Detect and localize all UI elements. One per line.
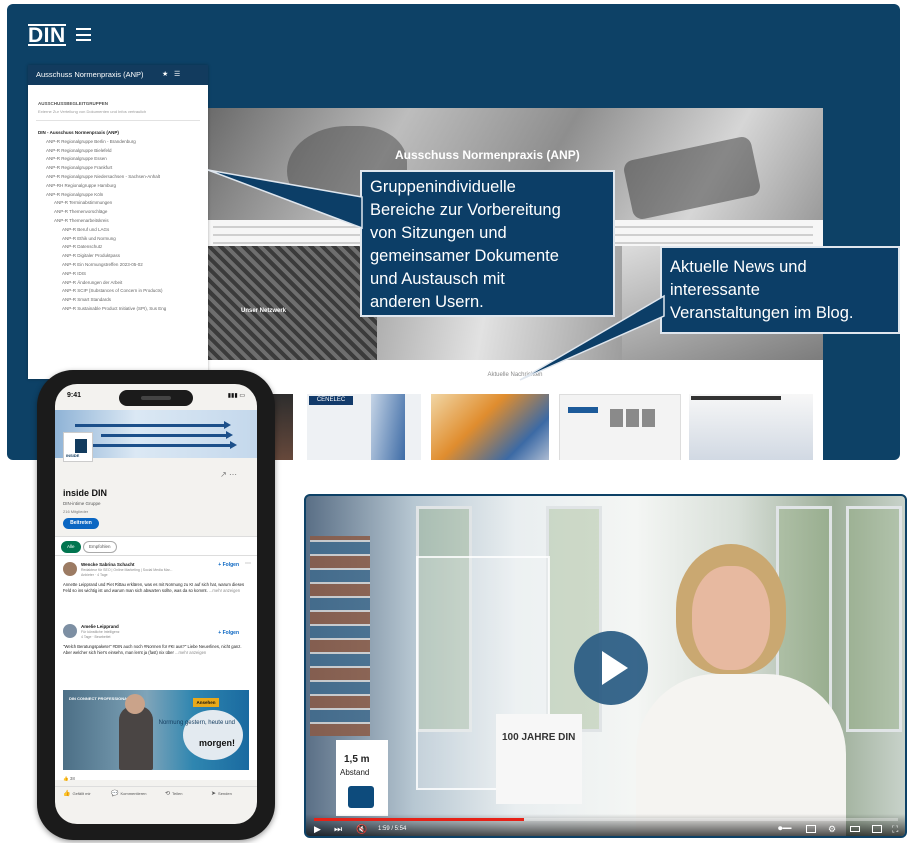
volume-icon[interactable]: 🔇: [356, 824, 367, 835]
player-controls: ▶ ⏭ 🔇 1:59 / 5:54 ⏺━ ⚙ ⛶: [306, 814, 905, 836]
group-type: DIN-intime Gruppe: [63, 501, 101, 506]
ad-logo: DIN CONNECT PROFESSIONALS: [69, 696, 133, 701]
person-image: [125, 694, 145, 714]
post-text: Annette Leipprand und Piet Rittau erklär…: [63, 582, 245, 593]
like-button[interactable]: 👍 Gefällt mir: [63, 790, 91, 797]
next-icon[interactable]: ⏭: [334, 824, 342, 835]
post-meta: Für künstliche Intelligenz: [81, 630, 120, 634]
follow-button[interactable]: + Folgen: [218, 562, 239, 568]
phone-screen: 9:41 ▮▮▮ ▭ INSIDE ↗ ⋯ inside DIN DIN-int…: [55, 384, 257, 824]
more-icon[interactable]: ⋯: [245, 560, 251, 567]
speaker: [636, 544, 846, 836]
play-button[interactable]: [574, 631, 648, 705]
send-button[interactable]: ➤ Senden: [211, 790, 232, 797]
autoplay-toggle[interactable]: ⏺━: [778, 823, 792, 834]
podium-logo: 100 JAHRE DIN: [502, 732, 576, 743]
sign-word: Abstand: [340, 768, 370, 777]
tab-all[interactable]: Alle: [61, 541, 81, 553]
comment-button[interactable]: 💬 Kommentieren: [111, 790, 147, 797]
play-icon[interactable]: ▶: [314, 824, 321, 835]
post-text: "Welch Beratungspakete!" #DIN auch noch …: [63, 644, 242, 655]
feed-tabs: Alle Empfohlen: [55, 536, 257, 556]
post-time: 4 Tage · Bearbeitet: [81, 635, 111, 639]
show-more-link[interactable]: ...mehr anzeigen: [175, 650, 206, 655]
tab-recommended[interactable]: Empfohlen: [83, 541, 117, 553]
miniplayer-icon[interactable]: [850, 826, 860, 832]
reaction-count: 👍 38: [63, 776, 75, 781]
thumbs-up-icon: 👍: [63, 791, 71, 797]
comment-icon: 💬: [111, 791, 119, 797]
progress-fill: [314, 818, 525, 821]
post-author[interactable]: Wencke Sabrina Schacht: [81, 562, 134, 567]
post-image[interactable]: DIN CONNECT PROFESSIONALS Ansehen Normun…: [63, 690, 249, 770]
smartphone: 9:41 ▮▮▮ ▭ INSIDE ↗ ⋯ inside DIN DIN-int…: [37, 370, 275, 840]
avatar[interactable]: [63, 562, 77, 576]
settings-icon[interactable]: ⚙: [828, 824, 836, 835]
fullscreen-icon[interactable]: ⛶: [892, 824, 898, 835]
sign-number: 1,5 m: [344, 754, 370, 765]
avatar[interactable]: [63, 624, 77, 638]
din-group-logo: INSIDE: [63, 432, 93, 462]
theater-icon[interactable]: [872, 825, 882, 833]
distance-sign: 1,5 m Abstand: [336, 740, 388, 816]
person-image: [119, 706, 153, 770]
member-count: 216 Mitglieder: [63, 509, 89, 514]
ad-badge: Ansehen: [193, 698, 219, 707]
distance-icon: [348, 786, 374, 808]
video-time: 1:59 / 5:54: [378, 826, 407, 832]
send-icon: ➤: [211, 791, 217, 797]
video-player[interactable]: 100 JAHRE DIN 1,5 m Abstand ▶ ⏭ 🔇 1:59 /…: [304, 494, 907, 838]
captions-icon[interactable]: [806, 825, 816, 833]
status-time: 9:41: [67, 392, 82, 399]
join-button[interactable]: Beitreten: [63, 518, 99, 529]
repost-icon: ⟲: [165, 791, 171, 797]
post-time: Anbieter · 4 Tage: [81, 573, 108, 577]
share-icon[interactable]: ↗ ⋯: [220, 470, 237, 479]
follow-button[interactable]: + Folgen: [218, 630, 239, 636]
share-button[interactable]: ⟲ Teilen: [165, 790, 182, 797]
post-author[interactable]: Amelie Leipprand: [81, 624, 119, 629]
post-meta: Redakteur für SEO | Online Marketing | S…: [81, 568, 173, 572]
ad-headline: Normung gestern, heute und: [158, 720, 235, 726]
progress-bar[interactable]: [314, 818, 898, 821]
post-actions: 👍 Gefällt mir 💬 Kommentieren ⟲ Teilen ➤ Send…: [55, 786, 257, 799]
feed-post: Wencke Sabrina Schacht Redakteur für SEO…: [55, 556, 257, 626]
ad-headline-emphasis: morgen!: [199, 738, 235, 748]
show-more-link[interactable]: ...mehr anzeigen: [209, 588, 240, 593]
battery-icon: ▮▮▮ ▭: [227, 393, 245, 399]
group-name: inside DIN: [63, 488, 108, 498]
podium: [496, 714, 582, 804]
background-shelf: [310, 536, 370, 736]
